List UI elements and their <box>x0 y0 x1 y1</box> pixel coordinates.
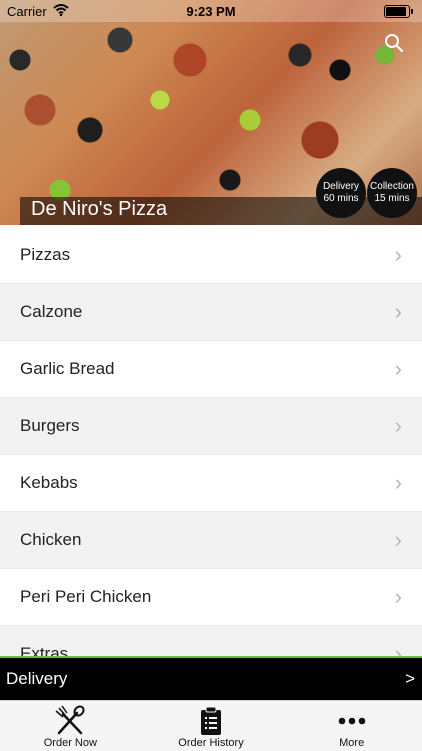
collection-badge-time: 15 mins <box>374 193 410 204</box>
collection-time-badge: Collection 15 mins <box>367 168 417 218</box>
status-time: 9:23 PM <box>186 3 236 19</box>
search-icon[interactable] <box>384 33 404 58</box>
chevron-right-icon: › <box>394 584 402 609</box>
bottom-tab-bar: Order Now Order History More <box>0 700 422 751</box>
tab-label: Order History <box>178 737 244 749</box>
battery-icon <box>384 4 413 18</box>
chevron-right-icon: › <box>394 299 402 324</box>
tab-more[interactable]: More <box>281 701 422 751</box>
menu-item-label: Chicken <box>20 530 82 549</box>
menu-item-pizzas[interactable]: Pizzas › <box>0 227 422 284</box>
chevron-right-icon: › <box>394 470 402 495</box>
delivery-time-badge: Delivery 60 mins <box>316 168 366 218</box>
menu-item-kebabs[interactable]: Kebabs › <box>0 455 422 512</box>
menu-item-peri-peri-chicken[interactable]: Peri Peri Chicken › <box>0 569 422 626</box>
menu-item-burgers[interactable]: Burgers › <box>0 398 422 455</box>
menu-item-chicken[interactable]: Chicken › <box>0 512 422 569</box>
chevron-right-icon: › <box>394 413 402 438</box>
menu-item-label: Kebabs <box>20 473 78 492</box>
tab-label: Order Now <box>43 737 97 749</box>
menu-item-label: Burgers <box>20 416 80 435</box>
order-mode-arrow: > <box>405 669 415 688</box>
order-mode-bar[interactable]: Delivery > <box>0 656 422 700</box>
tab-order-history[interactable]: Order History <box>141 701 282 751</box>
status-bar: Carrier 9:23 PM <box>0 0 422 22</box>
menu-item-label: Calzone <box>20 302 83 321</box>
clipboard-list-icon <box>200 705 222 737</box>
menu-item-label: Pizzas <box>20 245 71 264</box>
fork-knife-icon <box>53 705 87 737</box>
menu-item-calzone[interactable]: Calzone › <box>0 284 422 341</box>
delivery-badge-time: 60 mins <box>323 193 359 204</box>
menu-category-list: Pizzas › Calzone › Garlic Bread › Burger… <box>0 227 422 683</box>
delivery-badge-title: Delivery <box>322 181 360 192</box>
collection-badge-title: Collection <box>370 181 414 192</box>
chevron-right-icon: › <box>394 242 402 267</box>
restaurant-name: De Niro's Pizza <box>31 198 168 220</box>
tab-order-now[interactable]: Order Now <box>0 701 141 751</box>
tab-label: More <box>339 737 365 749</box>
order-mode-label: Delivery <box>6 669 68 688</box>
more-dots-icon <box>338 705 366 737</box>
menu-item-label: Peri Peri Chicken <box>20 587 152 606</box>
chevron-right-icon: › <box>394 356 402 381</box>
menu-item-garlic-bread[interactable]: Garlic Bread › <box>0 341 422 398</box>
menu-item-label: Garlic Bread <box>20 359 115 378</box>
chevron-right-icon: › <box>394 527 402 552</box>
